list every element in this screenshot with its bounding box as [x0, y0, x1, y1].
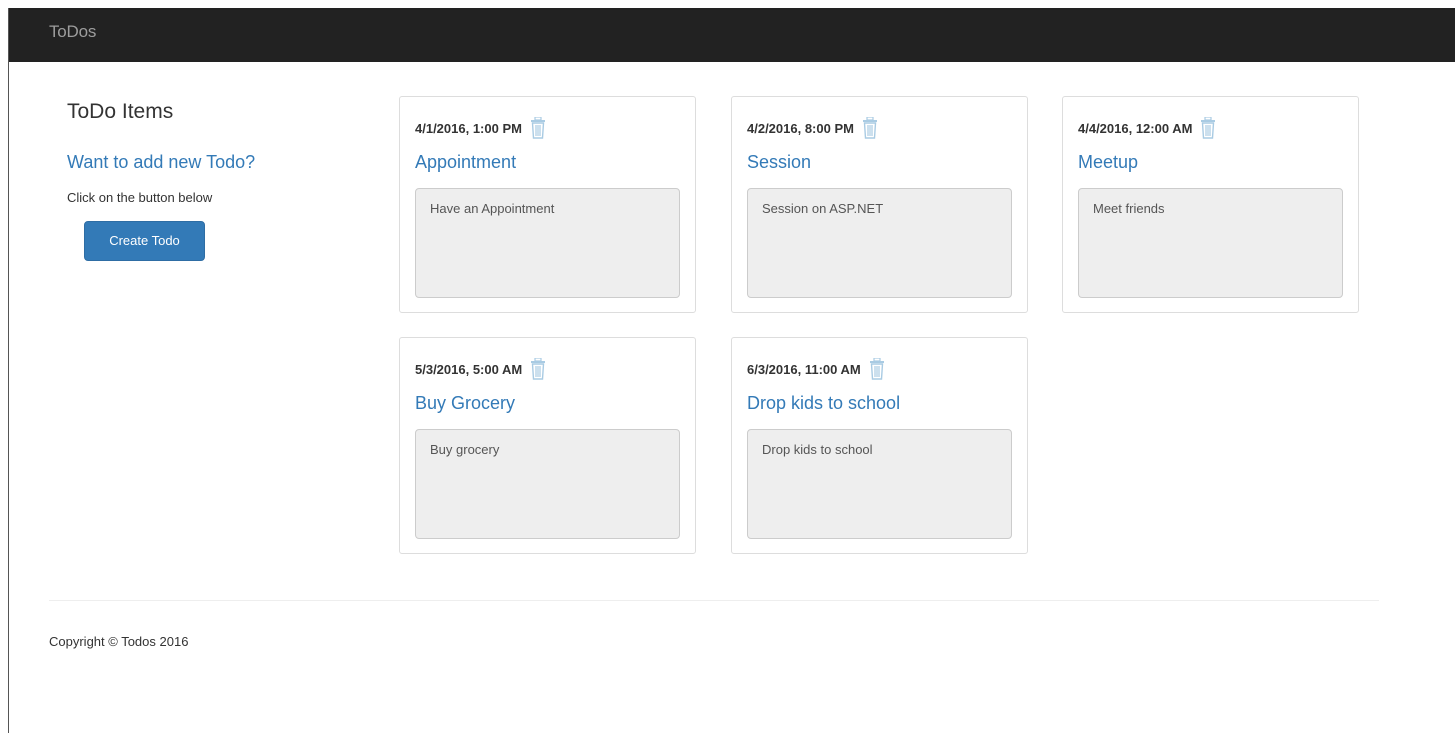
todo-card-header: 4/1/2016, 1:00 PM — [415, 116, 546, 139]
todo-description: Buy grocery — [415, 429, 680, 539]
todo-date: 5/3/2016, 5:00 AM — [415, 361, 523, 377]
todo-card: 4/4/2016, 12:00 AM Meetup Meet friends — [1062, 96, 1359, 313]
trash-icon[interactable] — [862, 116, 878, 139]
todo-description: Session on ASP.NET — [747, 188, 1012, 298]
todo-date: 4/2/2016, 8:00 PM — [747, 120, 854, 136]
todo-title[interactable]: Meetup — [1078, 152, 1138, 173]
trash-icon[interactable] — [869, 357, 885, 380]
todo-card: 4/1/2016, 1:00 PM Appointment Have an Ap… — [399, 96, 696, 313]
brand-link[interactable]: ToDos — [49, 8, 96, 56]
todo-card: 5/3/2016, 5:00 AM Buy Grocery Buy grocer… — [399, 337, 696, 554]
todo-card-header: 4/4/2016, 12:00 AM — [1078, 116, 1216, 139]
todo-date: 6/3/2016, 11:00 AM — [747, 361, 861, 377]
todo-description: Have an Appointment — [415, 188, 680, 298]
todo-card: 4/2/2016, 8:00 PM Session Session on ASP… — [731, 96, 1028, 313]
sidebar-hint: Click on the button below — [67, 190, 213, 205]
todo-card: 6/3/2016, 11:00 AM Drop kids to school D… — [731, 337, 1028, 554]
sidebar-title: ToDo Items — [67, 100, 174, 123]
todo-title[interactable]: Drop kids to school — [747, 393, 900, 414]
todo-title[interactable]: Appointment — [415, 152, 516, 173]
todo-description: Meet friends — [1078, 188, 1343, 298]
footer-divider — [49, 600, 1379, 601]
trash-icon[interactable] — [530, 116, 546, 139]
todo-title[interactable]: Buy Grocery — [415, 393, 515, 414]
todo-card-header: 6/3/2016, 11:00 AM — [747, 357, 885, 380]
sidebar: ToDo Items Want to add new Todo? Click o… — [67, 100, 367, 261]
sidebar-subtitle: Want to add new Todo? — [67, 152, 256, 172]
todo-card-header: 4/2/2016, 8:00 PM — [747, 116, 878, 139]
todo-title[interactable]: Session — [747, 152, 811, 173]
todo-card-header: 5/3/2016, 5:00 AM — [415, 357, 546, 380]
app-window: ToDos ToDo Items Want to add new Todo? C… — [8, 8, 1455, 733]
todo-date: 4/1/2016, 1:00 PM — [415, 120, 522, 136]
copyright-text: Copyright © Todos 2016 — [49, 634, 189, 649]
todo-description: Drop kids to school — [747, 429, 1012, 539]
create-todo-button[interactable]: Create Todo — [84, 221, 205, 261]
todo-date: 4/4/2016, 12:00 AM — [1078, 120, 1193, 136]
navbar: ToDos — [9, 8, 1455, 62]
trash-icon[interactable] — [1200, 116, 1216, 139]
trash-icon[interactable] — [530, 357, 546, 380]
